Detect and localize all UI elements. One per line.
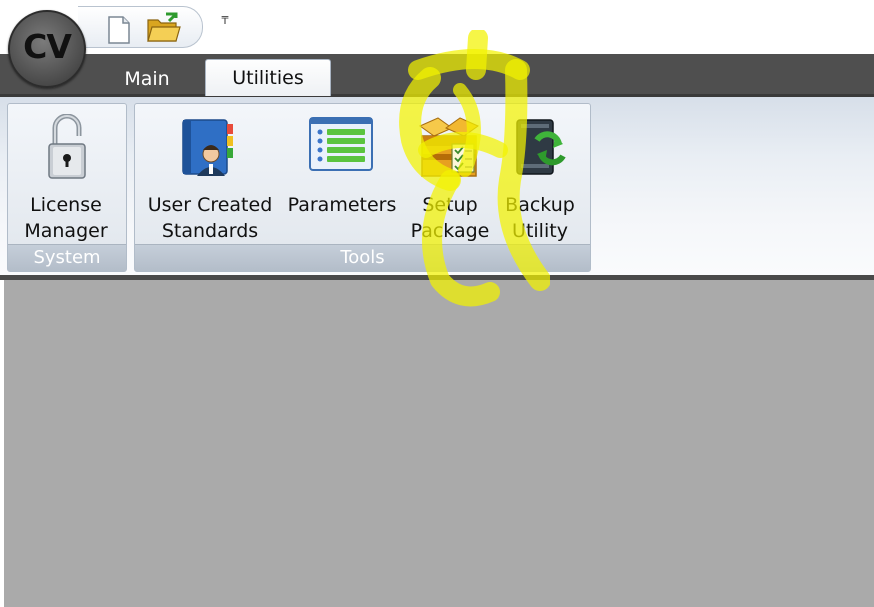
group-label-tools: Tools xyxy=(135,244,590,271)
list-icon xyxy=(308,114,374,178)
document-workspace[interactable] xyxy=(4,280,874,607)
tab-main-label: Main xyxy=(124,68,170,90)
customize-quick-access-icon[interactable]: ₸ xyxy=(218,14,232,28)
parameters-button[interactable]: Parameters xyxy=(284,110,400,240)
backup-utility-button[interactable]: Backup Utility xyxy=(499,110,581,242)
application-button[interactable]: CV xyxy=(8,10,86,88)
setup-package-button[interactable]: Setup Package xyxy=(405,110,495,242)
new-document-icon[interactable] xyxy=(106,16,132,48)
backup-drive-icon xyxy=(511,114,569,184)
address-book-user-icon xyxy=(179,114,239,184)
tab-utilities-label: Utilities xyxy=(232,67,304,89)
open-folder-icon[interactable] xyxy=(146,12,182,48)
parameters-label: Parameters xyxy=(287,194,397,216)
group-label-system: System xyxy=(8,244,126,271)
padlock-icon xyxy=(47,113,87,184)
tab-main[interactable]: Main xyxy=(106,62,188,96)
license-manager-label: License Manager xyxy=(24,194,108,242)
application-button-label: CV xyxy=(23,27,72,66)
backup-utility-label: Backup Utility xyxy=(505,194,575,242)
license-manager-button[interactable]: License Manager xyxy=(13,110,119,242)
user-created-standards-label: User Created Standards xyxy=(147,194,273,242)
setup-package-label: Setup Package xyxy=(410,194,490,242)
tab-utilities[interactable]: Utilities xyxy=(205,59,331,96)
quick-access-toolbar xyxy=(78,6,203,48)
package-box-icon xyxy=(416,114,482,184)
user-created-standards-button[interactable]: User Created Standards xyxy=(143,110,277,242)
